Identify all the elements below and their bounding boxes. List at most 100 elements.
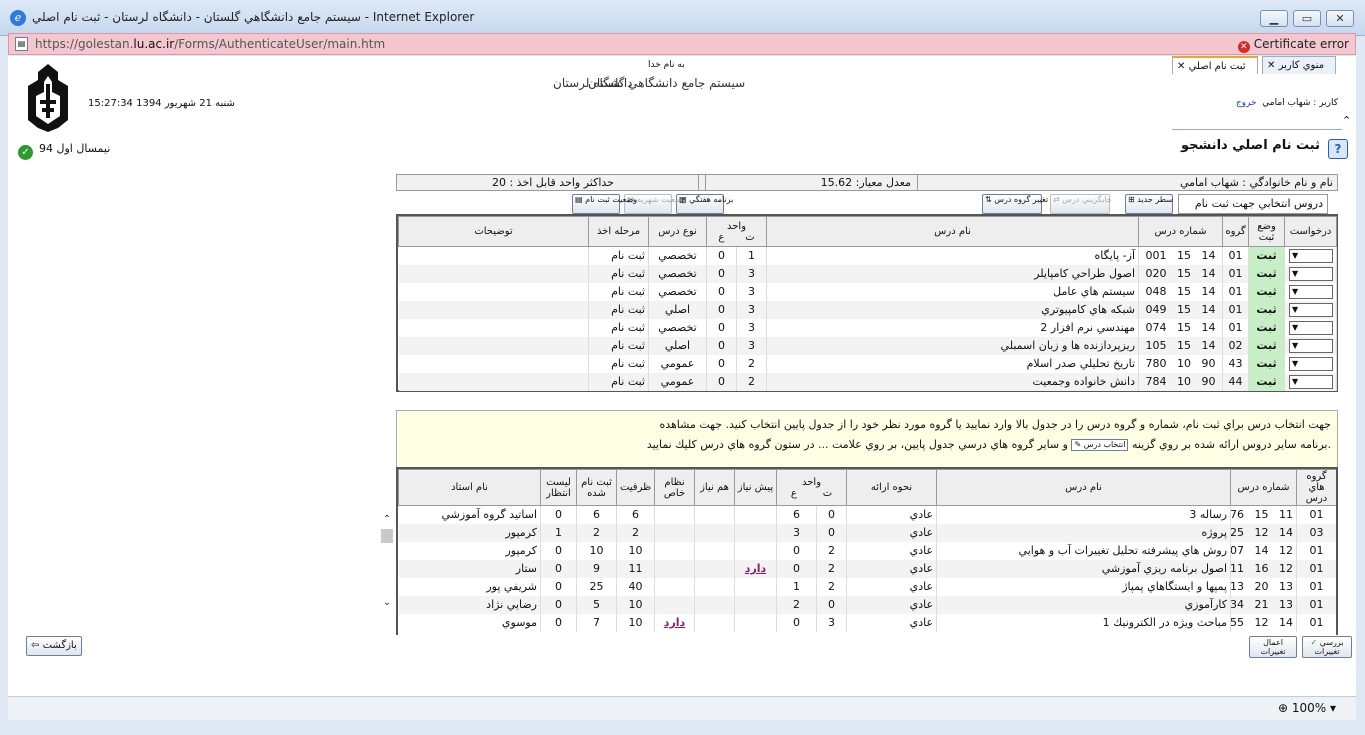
teacher-cell: ستار bbox=[398, 559, 541, 578]
capacity-cell: 10 bbox=[616, 595, 655, 614]
apply-changes-button[interactable]: اعمال تغييرات bbox=[1249, 636, 1297, 658]
request-dropdown[interactable]: ▼ bbox=[1289, 266, 1334, 281]
course-name-cell: اصول طراحي كامپايلر bbox=[766, 264, 1140, 283]
tab-close-icon[interactable]: ✕ bbox=[1267, 60, 1275, 71]
request-cell[interactable]: ▼ bbox=[1284, 336, 1338, 355]
course-no-cell: 14 15 074 bbox=[1138, 318, 1224, 337]
select-course-button[interactable]: ✎ انتخاب درس bbox=[1071, 439, 1129, 451]
new-row-icon: ⊞ bbox=[1128, 195, 1135, 204]
tab-main-registration[interactable]: ✕ ثبت نام اصلي bbox=[1172, 56, 1258, 74]
chevron-down-icon: ▼ bbox=[1292, 268, 1299, 278]
units-t-cell: 0 bbox=[816, 505, 848, 524]
tab-user-menu[interactable]: ✕ منوي كاربر bbox=[1262, 56, 1336, 74]
waitlist-cell: 0 bbox=[540, 613, 577, 632]
registration-status-button[interactable]: ▤ وضعيت ثبت نام bbox=[572, 194, 637, 214]
prereq-link[interactable]: دارد bbox=[745, 562, 766, 575]
col-group: گروه bbox=[1222, 216, 1250, 247]
coreq-cell bbox=[694, 541, 735, 560]
table-row[interactable]: 0314 12 025پروژهعادي03221كرمپور bbox=[398, 523, 1336, 542]
group-cell[interactable]: 01 bbox=[1296, 541, 1336, 560]
chevron-down-icon: ▼ bbox=[1292, 340, 1299, 350]
help-icon[interactable]: ? bbox=[1328, 139, 1348, 159]
col-stage: مرحله اخذ bbox=[588, 216, 649, 247]
special-link[interactable]: دارد bbox=[664, 616, 685, 629]
table-row[interactable]: 0113 20 013پمپها و ايستگاهاي پمپاژعادي21… bbox=[398, 577, 1336, 596]
col-capacity: ظرفيت bbox=[616, 469, 655, 506]
table-row[interactable]: 0113 21 134كارآموزيعادي021050رضايي نژاد bbox=[398, 595, 1336, 614]
collapse-icon[interactable]: ⌃ bbox=[1342, 114, 1351, 127]
request-dropdown[interactable]: ▼ bbox=[1289, 284, 1334, 299]
request-cell[interactable]: ▼ bbox=[1284, 264, 1338, 283]
maximize-button[interactable]: ▭ bbox=[1293, 10, 1321, 27]
chevron-down-icon: ▼ bbox=[1292, 304, 1299, 314]
request-cell[interactable]: ▼ bbox=[1284, 282, 1338, 301]
request-dropdown[interactable]: ▼ bbox=[1289, 302, 1334, 317]
address-bar[interactable]: ▤ https://golestan.lu.ac.ir/Forms/Authen… bbox=[8, 33, 1356, 55]
scroll-up-icon[interactable]: ⌃ bbox=[380, 514, 394, 525]
datetime: 15:27:34 شنبه 21 شهريور 1394 bbox=[88, 98, 235, 109]
request-cell[interactable]: ▼ bbox=[1284, 246, 1338, 265]
units-a-cell: 0 bbox=[706, 354, 738, 373]
request-dropdown[interactable]: ▼ bbox=[1289, 356, 1334, 371]
url-text[interactable]: https://golestan.lu.ac.ir/Forms/Authenti… bbox=[35, 37, 385, 51]
enrolled-cell: 7 bbox=[576, 613, 617, 632]
group-cell: 01 bbox=[1222, 318, 1250, 337]
course-no-cell: 14 15 020 bbox=[1138, 264, 1224, 283]
tab-close-icon[interactable]: ✕ bbox=[1177, 61, 1185, 72]
units-t-cell: 3 bbox=[736, 318, 768, 337]
table-row[interactable]: 0112 14 807روش هاي پيشرفته تحليل تغييرات… bbox=[398, 541, 1336, 560]
minimize-button[interactable]: ▁ bbox=[1260, 10, 1288, 27]
group-cell[interactable]: 01 bbox=[1296, 559, 1336, 578]
table-row[interactable]: 0112 16 711اصول برنامه ريزي آموزشيعادي20… bbox=[398, 559, 1336, 578]
col-notes: توضيحات bbox=[398, 216, 589, 247]
col-course-name: نام درس bbox=[936, 469, 1232, 506]
course-name-cell: آز- پايگاه bbox=[766, 246, 1140, 265]
request-cell[interactable]: ▼ bbox=[1284, 300, 1338, 319]
certificate-error[interactable]: ✕ Certificate error bbox=[1237, 37, 1349, 53]
max-units: حداكثر واحد قابل اخذ : 20 bbox=[397, 175, 699, 190]
offered-courses-scrollbar[interactable]: ⌃ ⌄ bbox=[380, 514, 394, 620]
offered-courses-grid: گروه هاي درس شماره درس نام درس نحوه ارائ… bbox=[398, 469, 1336, 632]
group-cell[interactable]: 03 bbox=[1296, 523, 1336, 542]
units-a-cell: 0 bbox=[706, 282, 738, 301]
request-dropdown[interactable]: ▼ bbox=[1289, 248, 1334, 263]
group-cell[interactable]: 01 bbox=[1296, 505, 1336, 524]
change-group-button[interactable]: ⇅ تغيير گروه درس bbox=[982, 194, 1048, 214]
units-t-cell: 3 bbox=[736, 300, 768, 319]
delivery-cell: عادي bbox=[846, 577, 938, 596]
close-window-button[interactable]: ✕ bbox=[1326, 10, 1354, 27]
table-row[interactable]: 0111 15 776رساله 3عادي06660اساتيد گروه آ… bbox=[398, 505, 1336, 524]
notes-cell bbox=[398, 282, 589, 301]
waitlist-cell: 0 bbox=[540, 559, 577, 578]
logout-link[interactable]: خروج bbox=[1236, 98, 1257, 108]
scroll-down-icon[interactable]: ⌄ bbox=[380, 597, 394, 608]
zoom-control[interactable]: ⊕ 100% ▾ bbox=[1278, 701, 1336, 715]
group-cell[interactable]: 01 bbox=[1296, 595, 1336, 614]
coreq-cell bbox=[694, 577, 735, 596]
review-changes-button[interactable]: ✓ بررسي تغييرات bbox=[1302, 636, 1352, 658]
request-cell[interactable]: ▼ bbox=[1284, 354, 1338, 373]
back-button[interactable]: ⇦ بازگشت bbox=[26, 636, 82, 656]
table-row[interactable]: 0114 12 755مباحث ويژه در الكترونيك 1عادي… bbox=[398, 613, 1336, 632]
group-cell[interactable]: 01 bbox=[1296, 577, 1336, 596]
notes-cell bbox=[398, 372, 589, 391]
scroll-thumb[interactable] bbox=[381, 529, 393, 543]
student-info-bar: نام و نام خانوادگي : شهاب امامي معدل معي… bbox=[396, 174, 1338, 191]
units-t-cell: 2 bbox=[816, 559, 848, 578]
request-cell[interactable]: ▼ bbox=[1284, 318, 1338, 337]
request-dropdown[interactable]: ▼ bbox=[1289, 320, 1334, 335]
change-group-icon: ⇅ bbox=[985, 195, 992, 204]
units-a-cell: 2 bbox=[776, 595, 818, 614]
status-cell: ثبت bbox=[1248, 318, 1286, 337]
course-name-cell: رساله 3 bbox=[936, 505, 1232, 524]
window-titlebar: e سيستم جامع دانشگاهي گلستان - دانشگاه ل… bbox=[0, 0, 1365, 36]
request-cell[interactable]: ▼ bbox=[1284, 372, 1338, 391]
group-cell: 01 bbox=[1222, 282, 1250, 301]
table-row: ▼ ثبت 01 14 15 020 اصول طراحي كامپايلر 3 0 تخصص… bbox=[398, 264, 1338, 283]
request-dropdown[interactable]: ▼ bbox=[1289, 374, 1334, 389]
special-cell bbox=[654, 559, 695, 578]
new-row-button[interactable]: ⊞ سطر جديد bbox=[1125, 194, 1173, 214]
table-row: ▼ ثبت 01 14 15 001 آز- پايگاه 1 0 تخصصي ثبت نام bbox=[398, 246, 1338, 265]
request-dropdown[interactable]: ▼ bbox=[1289, 338, 1334, 353]
group-cell[interactable]: 01 bbox=[1296, 613, 1336, 632]
